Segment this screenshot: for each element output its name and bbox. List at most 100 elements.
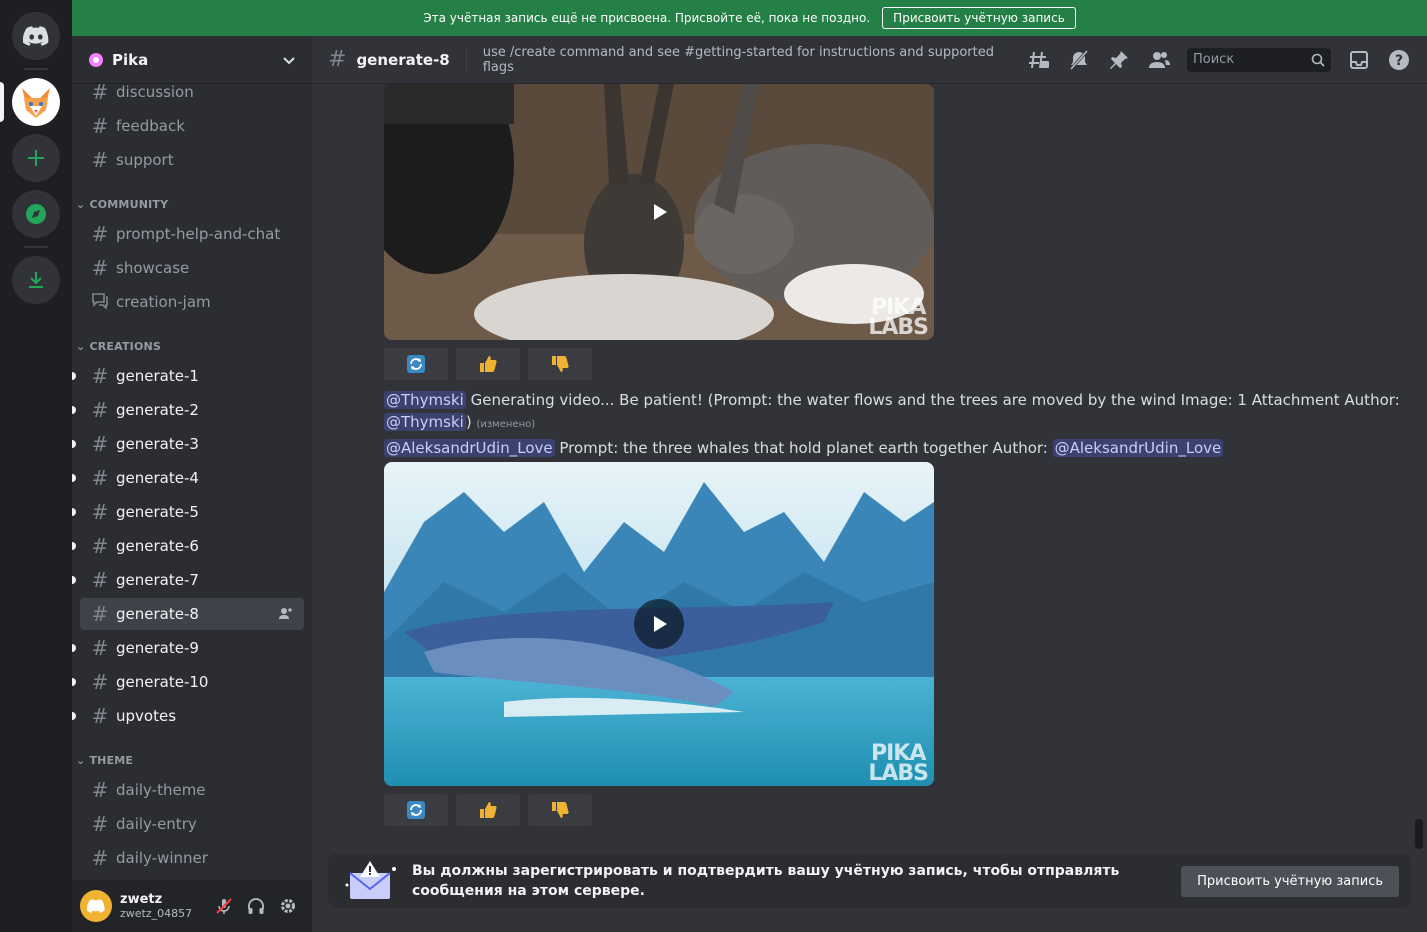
server-boost-icon	[89, 52, 103, 67]
user-panel: zwetz zwetz_04857	[72, 880, 312, 932]
message-generating: @Thymski Generating video... Be patient!…	[384, 389, 1404, 411]
channel-topic[interactable]: use /create command and see #getting-sta…	[483, 45, 1011, 75]
channel-generate-5[interactable]: # generate-5	[72, 496, 304, 528]
user-mention[interactable]: @Thymski	[384, 391, 466, 409]
play-button[interactable]	[634, 187, 684, 237]
pin-icon	[1110, 50, 1128, 69]
channel-prompt-help-and-chat[interactable]: # prompt-help-and-chat	[80, 218, 304, 250]
thumbs-down-icon	[552, 356, 569, 372]
claim-account-button[interactable]: Присвоить учётную запись	[882, 7, 1076, 29]
category-creations[interactable]: ⌄ CREATIONS	[76, 340, 161, 353]
channel-upvotes[interactable]: # upvotes	[72, 700, 304, 732]
compass-icon	[26, 204, 46, 224]
members-icon	[1149, 51, 1170, 68]
claim-account-button[interactable]: Присвоить учётную запись	[1181, 865, 1399, 897]
gear-icon	[281, 899, 295, 913]
channel-label: generate-1	[116, 367, 199, 385]
hash-icon: #	[91, 222, 109, 246]
threads-icon	[1029, 51, 1049, 68]
category-community[interactable]: ⌄ COMMUNITY	[76, 198, 168, 211]
hash-icon: #	[91, 704, 109, 728]
banner-text: Эта учётная запись ещё не присвоена. При…	[423, 11, 871, 25]
channel-label: upvotes	[116, 707, 177, 725]
channel-generate-8[interactable]: # generate-8	[80, 598, 304, 630]
channel-label: generate-2	[116, 401, 199, 419]
thumbs-down-icon	[552, 802, 569, 818]
channel-support[interactable]: # support	[80, 144, 304, 176]
channel-daily-theme[interactable]: # daily-theme	[80, 774, 304, 806]
user-mention[interactable]: @AleksandrUdin_Love	[384, 439, 555, 457]
channel-sidebar: Pika # discussion # feedback # support ⌄ CO…	[72, 36, 312, 932]
channel-showcase[interactable]: # showcase	[80, 252, 304, 284]
regenerate-button[interactable]	[384, 794, 448, 826]
refresh-icon	[407, 355, 425, 373]
category-theme[interactable]: ⌄ THEME	[76, 754, 133, 767]
user-mention[interactable]: @Thymski	[384, 413, 466, 431]
discord-home-button[interactable]	[12, 12, 60, 60]
channel-creation-jam[interactable]: creation-jam	[80, 286, 304, 318]
member-list-button[interactable]	[1147, 48, 1171, 72]
download-icon	[29, 272, 43, 288]
svg-text:?: ?	[1395, 53, 1403, 69]
discord-logo-icon	[87, 899, 105, 913]
user-mention[interactable]: @AleksandrUdin_Love	[1052, 439, 1224, 457]
play-button[interactable]	[634, 599, 684, 649]
message-generating-cont: @Thymski) (изменено)	[384, 411, 535, 436]
threads-button[interactable]	[1027, 48, 1051, 72]
thumbs-down-button[interactable]	[528, 348, 592, 380]
add-server-button[interactable]	[12, 134, 60, 182]
hash-icon: #	[91, 778, 109, 802]
channel-generate-3[interactable]: # generate-3	[72, 428, 304, 460]
pinned-messages-button[interactable]	[1107, 48, 1131, 72]
deafen-button[interactable]	[240, 890, 272, 922]
notification-settings-button[interactable]	[1067, 48, 1091, 72]
download-apps-button[interactable]	[12, 256, 60, 304]
server-icon-pika[interactable]	[12, 78, 60, 126]
regenerate-button[interactable]	[384, 348, 448, 380]
avatar[interactable]	[80, 890, 112, 922]
thumbs-up-button[interactable]	[456, 348, 520, 380]
channel-generate-2[interactable]: # generate-2	[72, 394, 304, 426]
channel-discussion[interactable]: # discussion	[80, 76, 304, 108]
user-settings-button[interactable]	[272, 890, 304, 922]
channel-daily-entry[interactable]: # daily-entry	[80, 808, 304, 840]
channel-generate-6[interactable]: # generate-6	[72, 530, 304, 562]
help-button[interactable]: ?	[1387, 48, 1411, 72]
chevron-down-icon	[283, 56, 295, 64]
bell-muted-icon	[1069, 49, 1089, 70]
channel-generate-4[interactable]: # generate-4	[72, 462, 304, 494]
channel-generate-7[interactable]: # generate-7	[72, 564, 304, 596]
search-input[interactable]: Поиск	[1187, 47, 1331, 72]
mute-button[interactable]	[208, 890, 240, 922]
pika-labs-watermark: PIKA LABS	[868, 741, 929, 786]
pika-labs-watermark: PIKA LABS	[868, 295, 929, 340]
channel-label: generate-10	[116, 673, 209, 691]
channel-label: creation-jam	[116, 293, 211, 311]
video-attachment[interactable]: PIKA LABS	[384, 84, 934, 340]
envelope-alert-icon	[345, 861, 396, 899]
server-rail	[0, 0, 72, 932]
invite-user-icon[interactable]	[278, 606, 294, 622]
channel-label: generate-3	[116, 435, 199, 453]
channel-daily-winner[interactable]: # daily-winner	[80, 842, 304, 874]
channel-label: daily-theme	[116, 781, 206, 799]
user-info[interactable]: zwetz zwetz_04857	[120, 892, 208, 920]
thumbs-down-button[interactable]	[528, 794, 592, 826]
header-divider	[465, 47, 467, 72]
threads-hash-icon: #	[91, 500, 109, 524]
channel-generate-1[interactable]: # generate-1	[72, 360, 304, 392]
channel-generate-9[interactable]: # generate-9	[72, 632, 304, 664]
registration-text: Вы должны зарегистрировать и подтвердить…	[412, 863, 1120, 899]
message-text: Generating video... Be patient! (Prompt:…	[470, 391, 1400, 409]
video-attachment[interactable]: PIKA LABS	[384, 462, 934, 786]
inbox-button[interactable]	[1347, 48, 1371, 72]
channel-generate-10[interactable]: # generate-10	[72, 666, 304, 698]
explore-servers-button[interactable]	[12, 190, 60, 238]
channel-label: discussion	[116, 83, 194, 101]
thumbs-up-button[interactable]	[456, 794, 520, 826]
channel-feedback[interactable]: # feedback	[80, 110, 304, 142]
chat-area: # generate-8 use /create command and see…	[312, 36, 1427, 932]
category-label: CREATIONS	[89, 340, 162, 353]
channel-label: showcase	[116, 259, 190, 277]
scrollbar-thumb[interactable]	[1415, 819, 1423, 849]
